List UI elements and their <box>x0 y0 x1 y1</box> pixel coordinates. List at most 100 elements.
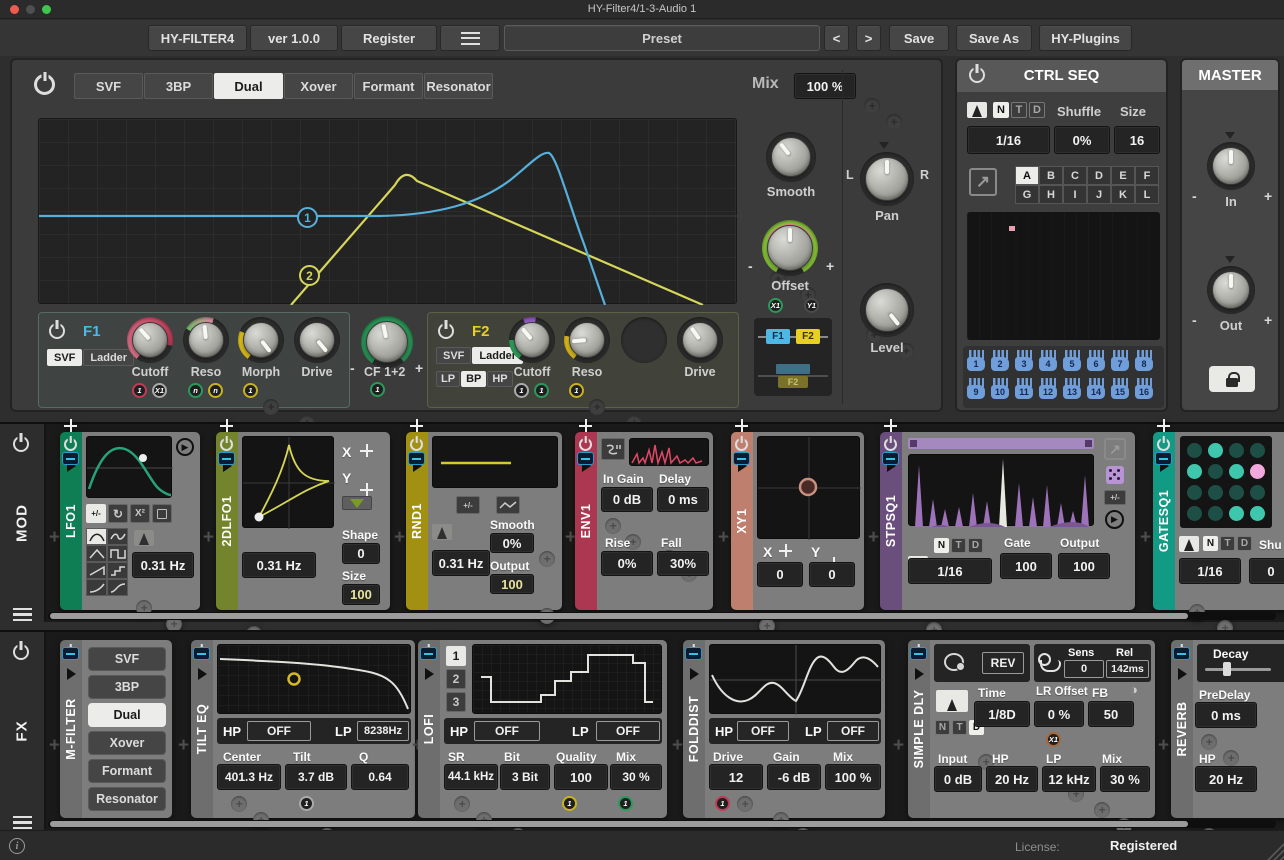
stpsq1-rate-value[interactable]: 1/16 <box>908 558 992 584</box>
gate-step-dot[interactable] <box>1250 485 1265 500</box>
hand-snapshot-button[interactable]: 13 <box>1062 378 1084 403</box>
ntd-button[interactable]: T <box>951 538 966 553</box>
pattern-bank-button[interactable]: C <box>1063 166 1087 185</box>
tilteq-hp-value[interactable]: OFF <box>247 721 311 741</box>
mfilter-minimize-button[interactable] <box>62 647 79 660</box>
lofi-hp-value[interactable]: OFF <box>474 721 540 741</box>
2dlfo1-y-assign-icon[interactable] <box>360 483 373 496</box>
gate-step-dot[interactable] <box>1229 485 1244 500</box>
ctrl-seq-shuffle-value[interactable]: 0% <box>1054 126 1110 154</box>
save-button[interactable]: Save <box>889 25 949 51</box>
add-fx-button[interactable]: + <box>178 735 189 757</box>
lofi-mix-value[interactable]: 30 % <box>610 764 662 790</box>
hand-snapshot-button[interactable]: 16 <box>1134 378 1156 403</box>
lofi-mod-slot[interactable] <box>454 796 470 812</box>
sens-value[interactable]: 0 <box>1064 660 1104 678</box>
stpsq1-range-slider[interactable] <box>908 438 1094 449</box>
folddist-mod-slot[interactable] <box>737 796 753 812</box>
gatesq1-move-icon[interactable] <box>1157 419 1170 432</box>
pattern-bank-button[interactable]: A <box>1015 166 1039 185</box>
dice-randomize-icon[interactable] <box>1106 466 1124 484</box>
f2-reso-mod-badge[interactable]: 1 <box>569 383 584 398</box>
simpledly-mod-slot[interactable] <box>1094 802 1110 818</box>
gatesq1-power-button[interactable] <box>1157 438 1170 451</box>
2dlfo1-x-assign-icon[interactable] <box>360 444 373 457</box>
stpsq1-power-button[interactable] <box>884 438 897 451</box>
xy1-minimize-button[interactable] <box>733 452 750 465</box>
reverb-mod-slot[interactable] <box>1201 734 1217 750</box>
version-button[interactable]: ver 1.0.0 <box>250 25 338 51</box>
mfilter-mode-button[interactable]: SVF <box>88 647 166 671</box>
filter-type-tab[interactable]: Resonator <box>424 73 493 99</box>
fx-scrollbar-thumb[interactable] <box>50 821 1188 827</box>
tilteq-tilt-value[interactable]: 3.7 dB <box>285 764 347 790</box>
folddist-drive-mod-badge[interactable]: 1 <box>715 796 730 811</box>
folddist-mix-value[interactable]: 100 % <box>825 764 881 790</box>
f2-mode-button[interactable]: BP <box>461 371 486 387</box>
hand-snapshot-button[interactable]: 9 <box>966 378 988 403</box>
add-module-button[interactable]: + <box>203 527 214 549</box>
simpledly-sync-icon[interactable] <box>936 690 968 712</box>
pattern-bank-button[interactable]: F <box>1135 166 1159 185</box>
lofi-bit-value[interactable]: 3 Bit <box>500 764 550 790</box>
tilteq-play-icon[interactable] <box>198 668 207 680</box>
f2-power-button[interactable] <box>438 323 454 339</box>
mod-menu-icon[interactable] <box>13 608 32 621</box>
add-fx-button[interactable]: + <box>1158 735 1169 757</box>
save-as-button[interactable]: Save As <box>956 25 1032 51</box>
mfilter-mode-button[interactable]: Dual <box>88 703 166 727</box>
routing-selector[interactable]: F1 F2 F2 <box>754 318 832 396</box>
preset-selector[interactable]: Preset <box>504 25 820 51</box>
lfo1-minimize-button[interactable] <box>62 452 79 465</box>
resize-grip[interactable] <box>1267 843 1284 860</box>
shape-stairs-icon[interactable] <box>107 562 128 579</box>
xy1-pad[interactable] <box>757 436 860 539</box>
reverb-hp-value[interactable]: 20 Hz <box>1195 766 1257 792</box>
tilteq-lp-value[interactable]: 8238Hz <box>357 721 409 741</box>
fx-menu-icon[interactable] <box>13 816 32 829</box>
filter-type-tab[interactable]: SVF <box>74 73 143 99</box>
lfo1-wave-display[interactable] <box>86 436 172 498</box>
env1-delay-value[interactable]: 0 ms <box>657 487 709 512</box>
folddist-play-icon[interactable] <box>690 668 699 680</box>
ntd-button[interactable]: D <box>968 538 983 553</box>
pattern-bank-button[interactable]: D <box>1087 166 1111 185</box>
f1-reso-mod-badge[interactable]: n <box>188 383 203 398</box>
lofi-quality-mod-badge[interactable]: 1 <box>562 796 577 811</box>
ctrl-seq-rate-value[interactable]: 1/16 <box>967 126 1050 154</box>
step-sequencer-display[interactable] <box>967 212 1160 340</box>
stpsq1-gate-value[interactable]: 100 <box>1000 553 1052 579</box>
pan-knob[interactable] <box>860 152 914 206</box>
f2-drive-knob[interactable] <box>677 317 723 363</box>
folddist-minimize-button[interactable] <box>685 647 702 660</box>
ntd-button[interactable]: D <box>1237 536 1252 551</box>
curve2-handle[interactable]: 2 <box>299 265 320 286</box>
reverb-play-icon[interactable] <box>1178 668 1187 680</box>
lofi-quality-value[interactable]: 100 <box>554 764 608 790</box>
env1-minimize-button[interactable] <box>577 452 594 465</box>
mfilter-mode-button[interactable]: 3BP <box>88 675 166 699</box>
stpsq1-play-mode-icon[interactable]: ▶ <box>1105 510 1124 529</box>
lfo1-power-button[interactable] <box>64 438 77 451</box>
stpsq1-output-value[interactable]: 100 <box>1058 553 1110 579</box>
env1-mod-slot[interactable] <box>605 518 621 534</box>
rnd1-move-icon[interactable] <box>410 419 423 432</box>
filter-type-tab[interactable]: Dual <box>214 73 283 99</box>
add-module-button[interactable]: + <box>868 527 879 549</box>
pattern-bank-button[interactable]: J <box>1087 185 1111 204</box>
bipolar-icon[interactable]: +/- <box>86 504 106 523</box>
folddist-display[interactable] <box>709 644 881 714</box>
fx-scrollbar[interactable] <box>48 820 1276 828</box>
f2-type-button[interactable]: SVF <box>436 347 471 364</box>
mix-mod-slot-button[interactable] <box>886 114 902 130</box>
stpsq1-move-icon[interactable] <box>884 419 897 432</box>
mix-mod-slot-button[interactable] <box>864 98 880 114</box>
fb-filter-icon[interactable]: ◑ <box>1130 682 1138 697</box>
gatesq1-shuffle-value[interactable]: 0 <box>1249 558 1284 584</box>
2dlfo1-power-button[interactable] <box>220 438 233 451</box>
hand-snapshot-button[interactable]: 3 <box>1014 350 1036 375</box>
simpledly-play-icon[interactable] <box>915 668 924 680</box>
gate-step-dot[interactable] <box>1208 464 1223 479</box>
pattern-bank-button[interactable]: E <box>1111 166 1135 185</box>
info-icon[interactable]: i <box>9 838 25 854</box>
